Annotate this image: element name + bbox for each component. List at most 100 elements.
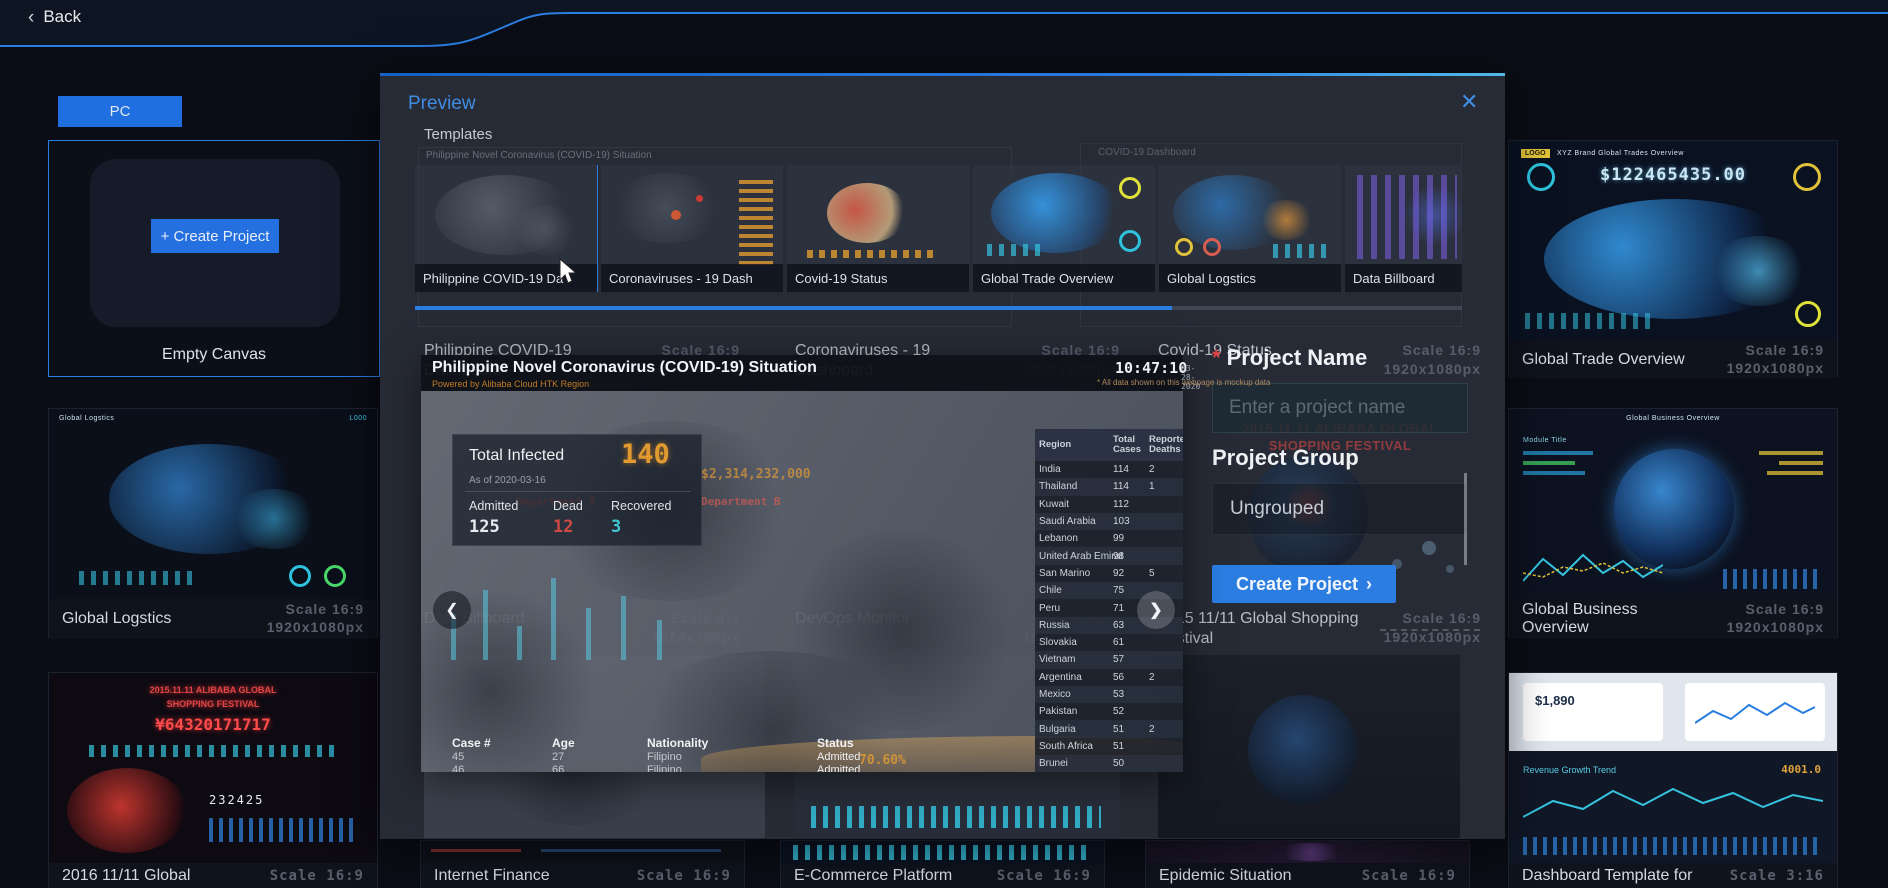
template-card-epidemic[interactable]: Epidemic Situation Scale 16:9	[1145, 840, 1470, 888]
thumb-sparkline	[1523, 553, 1663, 582]
region-row: Thailand 114 1	[1035, 478, 1183, 496]
group-list-scrollbar[interactable]	[1464, 473, 1467, 565]
case-row: 45 27 Filipino Admitted	[452, 750, 861, 763]
thumb-logo: LOGO	[1521, 149, 1550, 158]
project-name-input[interactable]	[1212, 383, 1468, 433]
thumbnail-covid19-status[interactable]: Covid-19 Status	[787, 165, 969, 292]
card-scale: Scale 16:9	[1745, 341, 1824, 358]
card-title: Epidemic Situation	[1159, 867, 1292, 884]
back-button[interactable]: ‹ Back	[28, 7, 81, 27]
template-card-global-logstics[interactable]: Global Logstics L000 Global Logstics Sca…	[48, 408, 378, 639]
region-table-header: Region Total Cases Reported Deaths	[1035, 429, 1183, 461]
region-row: Argentina 56 2	[1039, 671, 1155, 683]
ghost-dot	[1422, 541, 1436, 555]
grid-item-name: 2015 11/11 Global Shopping Festival	[1158, 610, 1359, 647]
grid-item-resolution: 1920x1080px	[1383, 629, 1481, 645]
create-project-button-small[interactable]: + Create Project	[151, 219, 279, 253]
total-infected-label: Total Infected	[469, 447, 565, 464]
template-card-global-trade[interactable]: LOGO XYZ Brand Global Trades Overview $1…	[1508, 140, 1838, 378]
thumb-header: Global Business Overview	[1626, 415, 1720, 422]
card-title: Global Trade Overview	[1522, 350, 1685, 368]
create-project-button[interactable]: Create Project ›	[1212, 565, 1396, 603]
templates-scrollbar-thumb[interactable]	[415, 306, 1172, 310]
template-card-2016-1111[interactable]: 2015.11.11 ALIBABA GLOBAL SHOPPING FESTI…	[48, 672, 378, 888]
required-asterisk: *	[1212, 345, 1221, 370]
project-name-heading: * Project Name	[1212, 345, 1368, 370]
tab-pc[interactable]: PC	[58, 96, 182, 127]
template-hover-preview: Philippine Novel Coronavirus (COVID-19) …	[421, 355, 1270, 772]
region-row: India 114 2	[1039, 464, 1155, 476]
empty-canvas-card[interactable]: + Create Project Empty Canvas	[48, 140, 380, 377]
card-scale: Scale 16:9	[636, 867, 731, 884]
grid-item-resolution: 1920x1080px	[1383, 361, 1481, 377]
region-row: Slovakia 61	[1039, 637, 1125, 649]
templates-scrollbar-track[interactable]	[415, 306, 1462, 310]
preview-disclaimer: * All data shown on this webpage is mock…	[1097, 378, 1271, 387]
thumbnail-label: Global Trade Overview	[973, 264, 1155, 292]
templates-section-label: Templates	[424, 126, 493, 143]
global-logstics-thumbnail: Global Logstics L000	[49, 409, 377, 599]
thumbnail-data-billboard[interactable]: Data Billboard	[1345, 165, 1462, 292]
back-chevron-icon: ‹	[28, 6, 35, 28]
project-group-select[interactable]: Ungrouped	[1212, 483, 1468, 535]
preview-header: Philippine Novel Coronavirus (COVID-19) …	[421, 355, 1270, 391]
admitted-value: 125	[469, 517, 500, 537]
carousel-prev-button[interactable]: ❮	[433, 591, 471, 629]
thumb-caption: Revenue Growth Trend	[1523, 765, 1617, 775]
recovered-value: 3	[611, 517, 622, 537]
card-scale: Scale 16:9	[1745, 601, 1824, 617]
template-card-internet-finance[interactable]: Internet Finance Scale 16:9	[420, 840, 745, 888]
region-row: Pakistan 52	[1039, 706, 1125, 718]
thumb-module-label: Module Title	[1523, 437, 1567, 444]
template-card-dashboard-mobile[interactable]: $1,890 Revenue Growth Trend 4001.0 Dashb…	[1508, 672, 1838, 888]
thumbnail-global-logstics[interactable]: Global Logstics	[1159, 165, 1341, 292]
template-card-global-business[interactable]: Global Business Overview Module Title Gl…	[1508, 408, 1838, 639]
thumb-metric: 4001.0	[1781, 763, 1821, 776]
2016-thumbnail: 2015.11.11 ALIBABA GLOBAL SHOPPING FESTI…	[49, 673, 377, 863]
region-row: Lebanon 99	[1039, 533, 1125, 545]
region-row: Bulgaria 51 2	[1035, 720, 1183, 738]
thumb-amount: $1,890	[1535, 693, 1575, 708]
dash316-thumbnail: $1,890 Revenue Growth Trend 4001.0	[1509, 673, 1837, 863]
region-row: Saudi Arabia 103	[1035, 512, 1183, 531]
card-resolution: 1920x1080px	[1726, 359, 1824, 376]
preview-map-body: $2,314,232,000 Department A Department B…	[421, 391, 1183, 772]
card-title: 2016 11/11 Global	[62, 867, 191, 884]
card-scale: Scale 16:9	[1361, 867, 1456, 884]
thumbnail-label: Global Logstics	[1159, 264, 1341, 292]
grid-item-scale: Scale 16:9	[1402, 610, 1481, 626]
preview-clock-time: 10:47:10	[1115, 359, 1188, 377]
thumbnail-label: Data Billboard	[1345, 264, 1462, 292]
card-resolution: 1920x1080px	[266, 619, 364, 635]
as-of-date: As of 2020-03-16	[469, 475, 546, 486]
project-group-value: Ungrouped	[1230, 498, 1325, 519]
close-icon[interactable]: ✕	[1460, 91, 1478, 113]
region-row: Kuwait 112	[1039, 498, 1129, 510]
ghost-dashes	[1380, 629, 1480, 631]
empty-canvas-label: Empty Canvas	[161, 346, 267, 363]
card-title: Internet Finance	[434, 867, 550, 884]
create-arrow-icon: ›	[1366, 573, 1373, 594]
grid-thumb-shopping-festival[interactable]	[1158, 655, 1460, 838]
thumb-festival-line2: SHOPPING FESTIVAL	[166, 699, 260, 709]
thumb-led-number: ¥64320171717	[155, 715, 271, 734]
ghost-rate: 70.60%	[859, 753, 906, 768]
card-title: Global Logstics	[62, 610, 172, 627]
region-row: South Africa 51	[1039, 740, 1125, 752]
preview-powered-by: Powered by Alibaba Cloud HTK Region	[432, 379, 590, 389]
region-row: United Arab Emirat 98	[1035, 547, 1183, 565]
thumbnail-global-trade[interactable]: Global Trade Overview	[973, 165, 1155, 292]
card-title: Dashboard Template for	[1522, 867, 1693, 884]
ghost-department-b: Department B	[701, 495, 781, 508]
template-card-ecommerce[interactable]: E-Commerce Platform Scale 16:9	[780, 840, 1105, 888]
card-title: E-Commerce Platform	[794, 867, 953, 884]
grid-item-shopping-festival[interactable]: 2015 11/11 Global Shopping Festival Scal…	[1158, 609, 1481, 653]
card-scale: Scale 16:9	[285, 601, 364, 617]
total-infected-value: 140	[621, 439, 670, 470]
case-table-header: Case # Age Nationality Status	[452, 736, 854, 750]
thumbnail-coronaviruses[interactable]: Coronaviruses - 19 Dash	[601, 165, 783, 292]
preview-title: Philippine Novel Coronavirus (COVID-19) …	[432, 359, 817, 376]
carousel-next-button[interactable]: ❯	[1137, 591, 1175, 629]
thumbnail-label: Covid-19 Status	[787, 264, 969, 292]
thumb-header: Global Logstics	[59, 415, 115, 422]
